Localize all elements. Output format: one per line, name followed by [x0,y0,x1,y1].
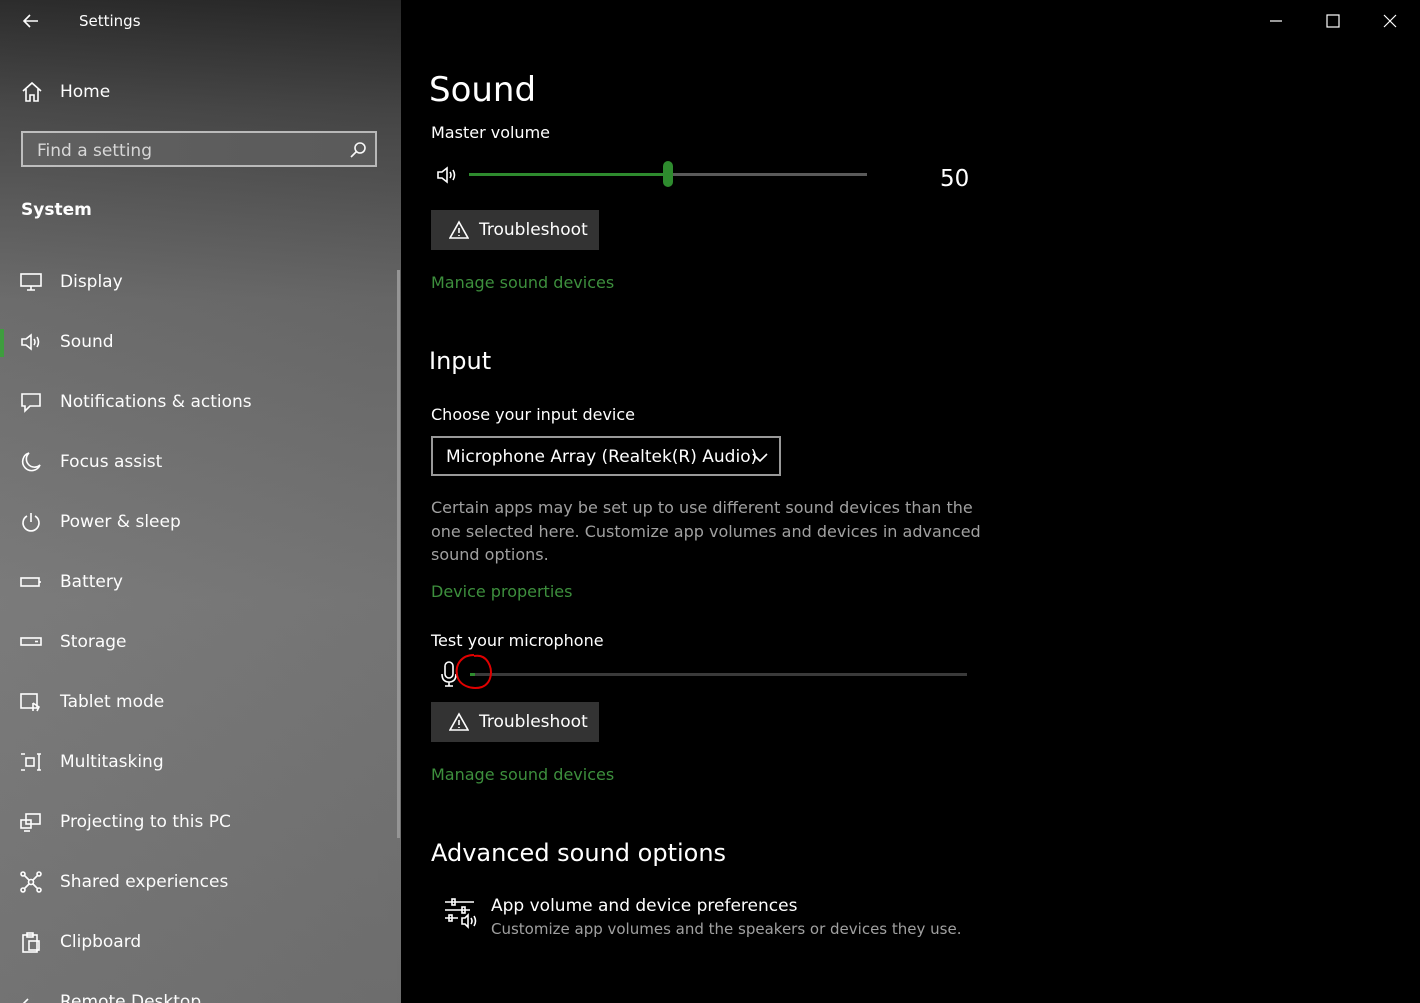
sidebar-item-label: Multitasking [60,752,164,772]
sidebar-item-label: Projecting to this PC [60,812,231,832]
maximize-button[interactable] [1313,8,1353,34]
sidebar-item-display[interactable]: Display [0,261,401,305]
troubleshoot-input-button[interactable]: Troubleshoot [431,702,599,742]
master-volume-label: Master volume [431,123,550,142]
page-title: Sound [429,70,537,110]
sidebar-item-shared-experiences[interactable]: Shared experiences [0,861,401,905]
search-input[interactable] [35,137,339,165]
maximize-icon [1326,14,1340,28]
back-arrow-icon [22,14,38,28]
sidebar-item-label: Home [60,82,111,102]
tablet-mode-icon [20,693,41,712]
troubleshoot-output-button[interactable]: Troubleshoot [431,210,599,250]
sidebar: Settings Home System Display Sound Notif… [0,0,401,1003]
back-button[interactable] [18,8,44,34]
clipboard-icon [22,932,40,953]
notification-icon [21,393,41,413]
battery-icon [20,577,41,587]
section-title: System [21,200,92,220]
home-icon [22,81,42,102]
input-device-dropdown[interactable]: Microphone Array (Realtek(R) Audio) [431,436,781,476]
sidebar-item-label: Sound [60,332,114,352]
close-button[interactable] [1370,8,1410,34]
shared-experiences-icon [20,871,42,893]
sidebar-scrollbar[interactable] [397,270,400,838]
speaker-icon [21,333,40,351]
advanced-sound-options-heading: Advanced sound options [431,839,727,867]
input-heading: Input [429,347,492,375]
device-properties-link[interactable]: Device properties [431,582,572,601]
app-volume-preferences-title[interactable]: App volume and device preferences [491,896,797,916]
sidebar-item-label: Display [60,272,123,292]
sidebar-item-label: Focus assist [60,452,163,472]
multitasking-icon [21,753,41,771]
app-volume-preferences-subtitle: Customize app volumes and the speakers o… [491,920,962,938]
sidebar-item-label: Clipboard [60,932,142,952]
chevron-down-icon [752,453,768,463]
button-label: Troubleshoot [479,712,588,732]
active-indicator [0,329,4,357]
close-icon [1383,14,1397,28]
sidebar-item-tablet-mode[interactable]: Tablet mode [0,681,401,725]
sidebar-item-multitasking[interactable]: Multitasking [0,741,401,785]
manage-sound-devices-link-output[interactable]: Manage sound devices [431,273,614,292]
sidebar-item-home[interactable]: Home [0,72,401,114]
storage-icon [20,637,42,646]
sidebar-item-label: Power & sleep [60,512,181,532]
master-volume-value: 50 [940,166,970,192]
sidebar-item-projecting[interactable]: Projecting to this PC [0,801,401,845]
sidebar-item-storage[interactable]: Storage [0,621,401,665]
sidebar-item-sound[interactable]: Sound [0,321,401,365]
sidebar-item-battery[interactable]: Battery [0,561,401,605]
input-device-value: Microphone Array (Realtek(R) Audio) [446,447,758,467]
sidebar-item-label: Remote Desktop [60,992,202,1003]
sidebar-item-remote-desktop[interactable]: Remote Desktop [0,981,401,1003]
warning-icon [449,712,469,731]
sliders-speaker-icon [445,898,477,929]
master-volume-thumb[interactable] [663,161,673,187]
manage-sound-devices-link-input[interactable]: Manage sound devices [431,765,614,784]
sidebar-item-label: Tablet mode [60,692,165,712]
projecting-icon [20,813,41,832]
search-icon[interactable] [349,141,367,159]
minimize-button[interactable] [1256,8,1296,34]
microphone-level-track [470,673,967,676]
sidebar-item-label: Shared experiences [60,872,229,892]
test-microphone-label: Test your microphone [431,631,604,650]
master-volume-fill [469,173,668,176]
sidebar-item-focus-assist[interactable]: Focus assist [0,441,401,485]
sidebar-item-power-sleep[interactable]: Power & sleep [0,501,401,545]
input-description: Certain apps may be set up to use differ… [431,498,981,564]
minimize-icon [1270,20,1282,22]
sidebar-item-label: Notifications & actions [60,392,252,412]
moon-icon [21,452,41,472]
app-title: Settings [79,12,141,30]
warning-icon [449,220,469,239]
sidebar-item-notifications[interactable]: Notifications & actions [0,381,401,425]
annotation-circle [455,654,492,689]
choose-input-device-label: Choose your input device [431,405,636,424]
speaker-icon[interactable] [436,163,460,187]
button-label: Troubleshoot [479,220,588,240]
power-icon [22,513,40,532]
display-icon [20,273,42,291]
sidebar-item-label: Storage [60,632,127,652]
sidebar-item-label: Battery [60,572,123,592]
sidebar-item-clipboard[interactable]: Clipboard [0,921,401,965]
search-box[interactable] [21,131,377,167]
remote-desktop-icon [22,998,29,1003]
